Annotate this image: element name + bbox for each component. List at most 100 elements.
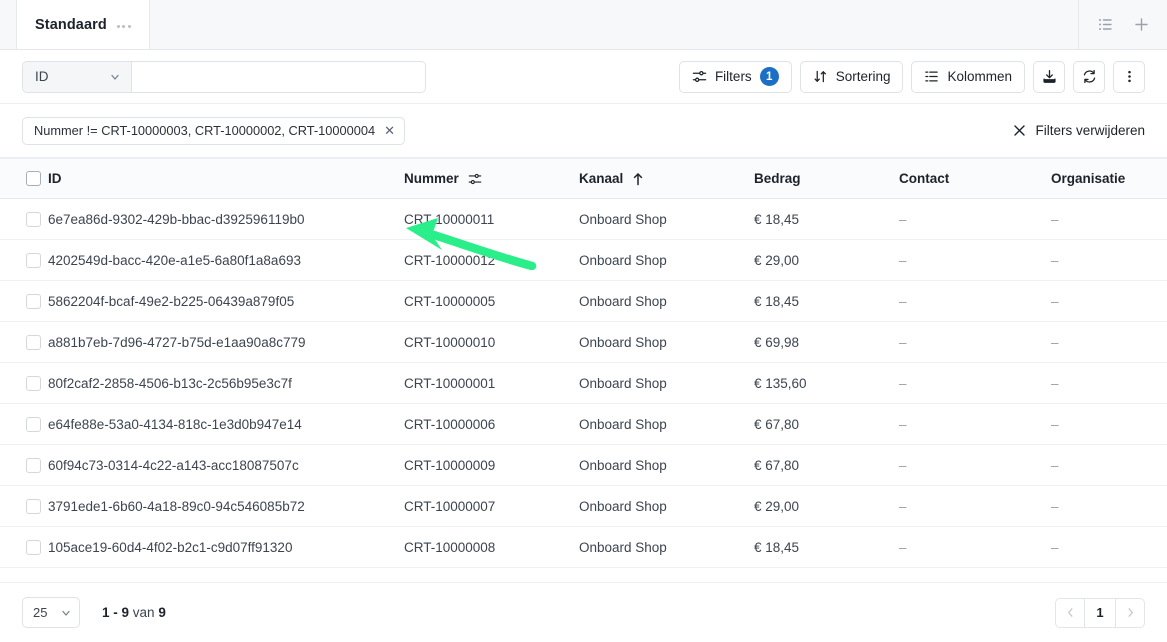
chevron-right-icon <box>1127 608 1133 617</box>
table-row[interactable]: e64fe88e-53a0-4134-818c-1e3d0b947e14 CRT-… <box>0 403 1167 445</box>
th-id-label: ID <box>48 171 62 186</box>
range-middle: van <box>129 605 159 620</box>
row-checkbox[interactable] <box>26 457 41 473</box>
cell-nummer: CRT-10000008 <box>404 526 579 568</box>
range-current: 9 <box>121 605 130 620</box>
table-row[interactable]: 4202549d-bacc-420e-a1e5-6a80f1a8a693 CRT-… <box>0 239 1167 281</box>
row-checkbox[interactable] <box>26 416 41 432</box>
cell-id: 105ace19-60d4-4f02-b2c1-c9d07ff91320 <box>48 526 404 568</box>
th-nummer-label: Nummer <box>404 171 459 186</box>
page-size-value: 25 <box>33 605 48 620</box>
table-row[interactable]: 105ace19-60d4-4f02-b2c1-c9d07ff91320 CRT-… <box>0 526 1167 568</box>
more-options-button[interactable] <box>1113 60 1145 93</box>
plus-icon[interactable] <box>1125 9 1157 41</box>
cell-bedrag: € 18,45 <box>754 526 899 568</box>
chevron-down-icon <box>111 74 119 80</box>
row-checkbox[interactable] <box>26 293 41 309</box>
orders-table-wrapper: ID Nummer Kanaal Bedrag Contact Organisa… <box>0 158 1167 582</box>
row-checkbox[interactable] <box>26 498 41 514</box>
refresh-button[interactable] <box>1073 60 1105 93</box>
cell-kanaal: Onboard Shop <box>579 239 754 281</box>
row-select-cell <box>0 526 48 568</box>
cell-nummer: CRT-10000006 <box>404 403 579 445</box>
range-total: 9 <box>158 605 166 620</box>
th-bedrag-label: Bedrag <box>754 171 801 186</box>
cell-organisatie: – <box>1051 198 1167 240</box>
table-row[interactable]: 5862204f-bcaf-49e2-b225-06439a879f05 CRT-… <box>0 280 1167 322</box>
tabbar-spacer <box>150 0 1078 49</box>
th-organisatie[interactable]: Organisatie <box>1051 158 1167 199</box>
columns-label: Kolommen <box>947 69 1012 84</box>
table-row[interactable]: 3791ede1-6b60-4a18-89c0-94c546085b72 CRT-… <box>0 485 1167 527</box>
close-icon[interactable]: ✕ <box>384 124 395 137</box>
table-row[interactable]: 80f2caf2-2858-4506-b13c-2c56b95e3c7f CRT-… <box>0 362 1167 404</box>
row-select-cell <box>0 239 48 281</box>
columns-button[interactable]: Kolommen <box>911 60 1025 93</box>
cell-nummer: CRT-10000005 <box>404 280 579 322</box>
th-id[interactable]: ID <box>48 158 404 199</box>
search-group: ID <box>22 60 426 93</box>
chevron-down-icon <box>62 610 70 616</box>
search-field-select[interactable]: ID <box>23 61 132 92</box>
th-bedrag[interactable]: Bedrag <box>754 158 899 199</box>
cell-id: 5862204f-bcaf-49e2-b225-06439a879f05 <box>48 280 404 322</box>
filter-chip-nummer[interactable]: Nummer != CRT-10000003, CRT-10000002, CR… <box>22 116 406 145</box>
search-field-label: ID <box>35 69 49 84</box>
cell-kanaal: Onboard Shop <box>579 198 754 240</box>
cell-bedrag: € 69,98 <box>754 321 899 363</box>
cell-contact: – <box>899 321 1051 363</box>
table-row[interactable]: 60f94c73-0314-4c22-a143-acc18087507c CRT-… <box>0 444 1167 486</box>
cell-kanaal: Onboard Shop <box>579 362 754 404</box>
list-view-icon[interactable] <box>1089 9 1121 41</box>
row-checkbox[interactable] <box>26 252 41 268</box>
close-icon <box>1014 125 1026 136</box>
cell-kanaal: Onboard Shop <box>579 485 754 527</box>
cell-bedrag: € 67,80 <box>754 403 899 445</box>
cell-organisatie: – <box>1051 321 1167 363</box>
search-toolbar-row: ID Filters 1 Sortering Kolommen <box>0 50 1167 104</box>
row-select-cell <box>0 403 48 445</box>
clear-filters-button[interactable]: Filters verwijderen <box>1013 123 1145 138</box>
table-row[interactable]: 6e7ea86d-9302-429b-bbac-d392596119b0 CRT-… <box>0 198 1167 240</box>
row-checkbox[interactable] <box>26 334 41 350</box>
download-button[interactable] <box>1033 60 1065 93</box>
cell-bedrag: € 29,00 <box>754 239 899 281</box>
columns-icon <box>925 71 939 82</box>
kebab-menu-icon <box>1127 70 1131 83</box>
row-checkbox[interactable] <box>26 375 41 391</box>
th-nummer[interactable]: Nummer <box>404 158 579 199</box>
th-contact-label: Contact <box>899 171 950 186</box>
ellipsis-icon[interactable] <box>116 22 131 28</box>
sort-arrows-icon <box>814 70 826 83</box>
filters-label: Filters <box>714 69 752 84</box>
cell-id: 60f94c73-0314-4c22-a143-acc18087507c <box>48 444 404 486</box>
page-number-1[interactable]: 1 <box>1085 597 1115 628</box>
row-select-cell <box>0 362 48 404</box>
th-kanaal[interactable]: Kanaal <box>579 158 754 199</box>
cell-kanaal: Onboard Shop <box>579 403 754 445</box>
filter-sliders-icon[interactable] <box>468 172 482 186</box>
select-all-checkbox[interactable] <box>26 171 41 186</box>
cell-id: e64fe88e-53a0-4134-818c-1e3d0b947e14 <box>48 403 404 445</box>
row-checkbox[interactable] <box>26 211 41 227</box>
cell-kanaal: Onboard Shop <box>579 321 754 363</box>
orders-table: ID Nummer Kanaal Bedrag Contact Organisa… <box>0 158 1167 568</box>
row-checkbox[interactable] <box>26 539 41 555</box>
search-input[interactable] <box>132 61 425 92</box>
download-icon <box>1042 70 1056 83</box>
sort-asc-arrow-icon[interactable] <box>632 172 644 186</box>
tab-standaard[interactable]: Standaard <box>16 0 150 49</box>
next-page-button[interactable] <box>1115 597 1145 628</box>
filter-chip-label: Nummer != CRT-10000003, CRT-10000002, CR… <box>34 123 376 138</box>
cell-contact: – <box>899 362 1051 404</box>
sort-button[interactable]: Sortering <box>799 60 904 93</box>
table-row[interactable]: a881b7eb-7d96-4727-b75d-e1aa90a8c779 CRT-… <box>0 321 1167 363</box>
th-kanaal-label: Kanaal <box>579 171 624 186</box>
cell-organisatie: – <box>1051 444 1167 486</box>
page-size-select[interactable]: 25 <box>22 597 80 628</box>
prev-page-button[interactable] <box>1055 597 1085 628</box>
cell-contact: – <box>899 444 1051 486</box>
th-contact[interactable]: Contact <box>899 158 1051 199</box>
filters-button[interactable]: Filters 1 <box>678 60 792 93</box>
view-tabbar: Standaard <box>0 0 1167 50</box>
